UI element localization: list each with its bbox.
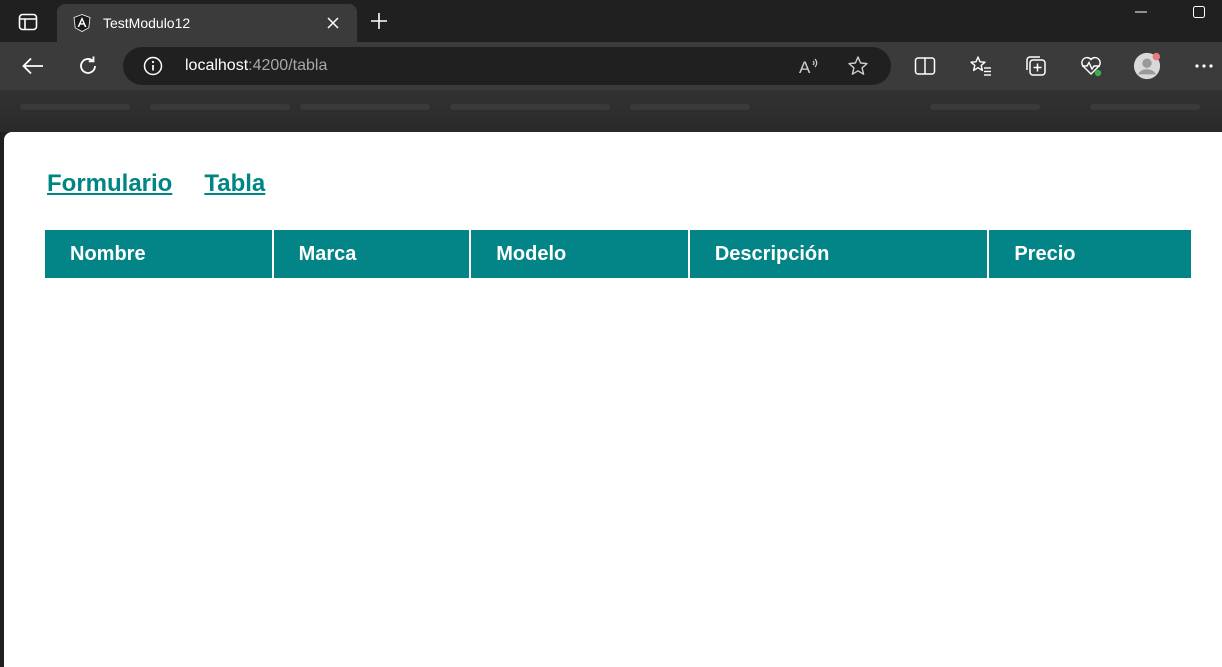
favorite-item-blurred[interactable] [1090,104,1200,110]
column-header-precio: Precio [989,230,1191,278]
favorite-star-icon[interactable] [847,55,869,77]
title-bar: TestModulo12 [0,0,1222,42]
table-header-row: Nombre Marca Modelo Descripción Precio [45,230,1191,278]
page-viewport: Formulario Tabla Nombre Marca Modelo Des… [4,132,1222,667]
svg-text:A: A [799,58,811,76]
products-table: Nombre Marca Modelo Descripción Precio [43,230,1193,278]
column-header-modelo: Modelo [471,230,688,278]
profile-avatar[interactable] [1133,52,1161,80]
close-tab-icon[interactable] [321,11,345,35]
angular-icon [73,14,91,32]
column-header-descripcion: Descripción [689,230,988,278]
favorites-bar [0,90,1222,132]
tab-actions-icon[interactable] [8,8,48,36]
favorite-item-blurred[interactable] [450,104,610,110]
url-host: localhost [185,57,249,74]
favorite-item-blurred[interactable] [930,104,1040,110]
main-nav: Formulario Tabla [47,170,265,198]
address-bar[interactable]: localhost:4200/tabla A [123,47,891,85]
maximize-icon[interactable] [1186,2,1212,22]
favorite-item-blurred[interactable] [300,104,430,110]
tab-title: TestModulo12 [103,15,191,31]
column-header-nombre: Nombre [45,230,272,278]
back-icon[interactable] [19,52,47,80]
new-tab-icon[interactable] [366,8,392,34]
site-info-icon[interactable] [143,56,163,76]
favorite-item-blurred[interactable] [20,104,130,110]
collections-icon[interactable] [1022,52,1050,80]
nav-link-tabla[interactable]: Tabla [204,170,265,198]
favorite-item-blurred[interactable] [630,104,750,110]
read-aloud-icon[interactable]: A [798,55,820,77]
more-menu-icon[interactable] [1190,52,1218,80]
url-text[interactable]: localhost:4200/tabla [185,57,327,75]
favorites-icon[interactable] [967,52,995,80]
nav-link-formulario[interactable]: Formulario [47,170,172,198]
browser-essentials-icon[interactable] [1077,52,1105,80]
favorite-item-blurred[interactable] [150,104,290,110]
split-screen-icon[interactable] [911,52,939,80]
url-port-path: :4200/tabla [248,57,328,74]
minimize-icon[interactable] [1128,2,1154,22]
browser-toolbar: localhost:4200/tabla A [0,42,1222,90]
column-header-marca: Marca [273,230,470,278]
active-tab[interactable]: TestModulo12 [57,4,357,42]
refresh-icon[interactable] [74,52,102,80]
